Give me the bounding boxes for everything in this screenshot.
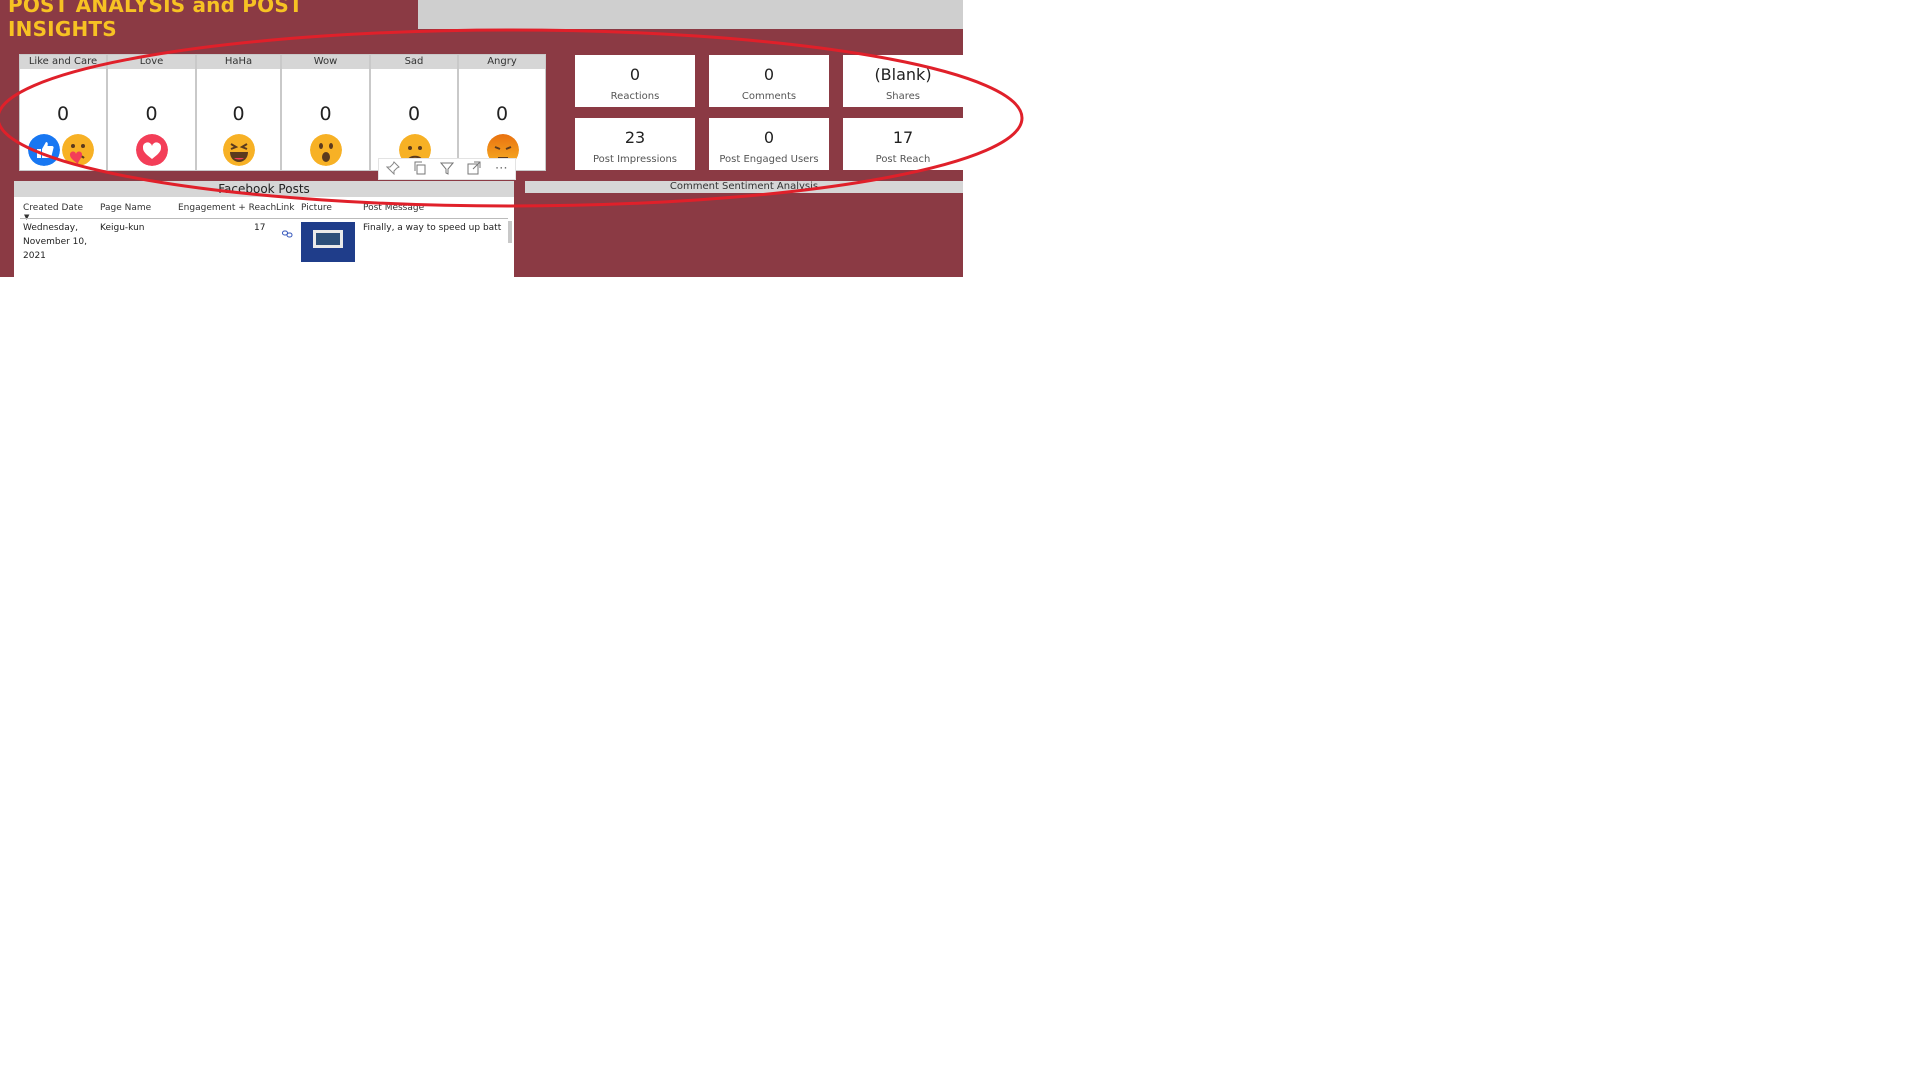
pin-icon[interactable]: [385, 161, 401, 177]
kpi-post-impressions[interactable]: 23 Post Impressions: [575, 118, 695, 170]
column-header-engagement-reach[interactable]: Engagement + Reach: [178, 203, 276, 213]
panel-divider: [514, 181, 525, 277]
reaction-value: 0: [407, 103, 421, 125]
kpi-value: (Blank): [874, 65, 932, 84]
kpi-label: Post Reach: [875, 154, 931, 165]
cell-page-name: Keigu-kun: [100, 223, 145, 233]
love-icon: [136, 134, 168, 166]
reaction-value: 0: [232, 103, 245, 125]
kpi-post-engaged-users[interactable]: 0 Post Engaged Users: [709, 118, 829, 170]
column-header-page-name[interactable]: Page Name: [100, 203, 151, 213]
reaction-label: Love: [108, 55, 195, 69]
more-options-icon[interactable]: ⋯: [493, 161, 509, 177]
reaction-value: 0: [319, 103, 332, 125]
kpi-label: Shares: [885, 91, 921, 102]
comment-sentiment-title[interactable]: Comment Sentiment Analysis: [525, 181, 963, 193]
reaction-card-love[interactable]: Love 0: [107, 54, 196, 171]
reaction-value: 0: [145, 103, 158, 125]
reaction-card-like-care[interactable]: Like and Care 0: [19, 54, 107, 171]
table-row[interactable]: Wednesday, November 10, 2021 Keigu-kun 1…: [14, 221, 514, 277]
kpi-label: Reactions: [610, 91, 660, 102]
sort-indicator-icon: ▼: [24, 213, 30, 221]
scrollbar[interactable]: [508, 221, 512, 243]
filter-icon[interactable]: [439, 161, 455, 177]
column-header-link[interactable]: Link: [276, 203, 294, 213]
kpi-shares[interactable]: (Blank) Shares: [843, 55, 963, 107]
kpi-value: 0: [629, 65, 641, 84]
facebook-posts-title: Facebook Posts: [14, 181, 514, 197]
report-canvas: POST ANALYSIS and POST INSIGHTS Like and…: [0, 0, 1920, 1080]
header-divider: [20, 218, 508, 219]
column-header-post-message[interactable]: Post Message: [363, 203, 424, 213]
facebook-posts-table[interactable]: Facebook Posts Created Date Page Name En…: [14, 181, 514, 277]
kpi-comments[interactable]: 0 Comments: [709, 55, 829, 107]
kpi-label: Comments: [741, 91, 797, 102]
focus-mode-icon[interactable]: [466, 161, 482, 177]
visual-header-toolbar: ⋯: [378, 158, 516, 180]
care-icon: [62, 134, 94, 166]
kpi-value: 17: [892, 128, 914, 147]
kpi-value: 0: [763, 65, 775, 84]
reaction-label: HaHa: [197, 55, 280, 69]
wow-icon: [310, 134, 342, 166]
reaction-label: Like and Care: [20, 55, 106, 69]
kpi-value: 23: [624, 128, 646, 147]
reaction-label: Sad: [371, 55, 457, 69]
kpi-label: Post Engaged Users: [719, 154, 819, 165]
reaction-card-haha[interactable]: HaHa 0: [196, 54, 281, 171]
reaction-card-sad[interactable]: Sad 0: [370, 54, 458, 171]
column-header-created-date[interactable]: Created Date: [23, 203, 83, 213]
top-gray-strip: [418, 0, 963, 29]
reaction-value: 0: [56, 103, 70, 125]
reaction-label: Wow: [282, 55, 369, 69]
column-header-picture[interactable]: Picture: [301, 203, 332, 213]
post-picture[interactable]: [301, 222, 355, 262]
cell-post-message: Finally, a way to speed up batt: [363, 223, 502, 233]
like-icon: [28, 134, 60, 166]
reaction-label: Angry: [459, 55, 545, 69]
post-picture-screen-content: [316, 233, 340, 245]
cell-engagement-reach: 17: [254, 223, 266, 233]
kpi-post-reach[interactable]: 17 Post Reach: [843, 118, 963, 170]
page-title: POST ANALYSIS and POST INSIGHTS: [8, 0, 303, 41]
reaction-value: 0: [495, 103, 509, 125]
reaction-card-angry[interactable]: Angry 0: [458, 54, 546, 171]
kpi-reactions[interactable]: 0 Reactions: [575, 55, 695, 107]
cell-created-date: Wednesday, November 10, 2021: [23, 223, 87, 261]
link-icon[interactable]: [282, 223, 293, 242]
reaction-card-wow[interactable]: Wow 0: [281, 54, 370, 171]
haha-icon: [223, 134, 255, 166]
copy-icon[interactable]: [412, 161, 428, 177]
kpi-label: Post Impressions: [592, 154, 678, 165]
kpi-value: 0: [763, 128, 775, 147]
page-title-box: POST ANALYSIS and POST INSIGHTS: [0, 0, 418, 41]
